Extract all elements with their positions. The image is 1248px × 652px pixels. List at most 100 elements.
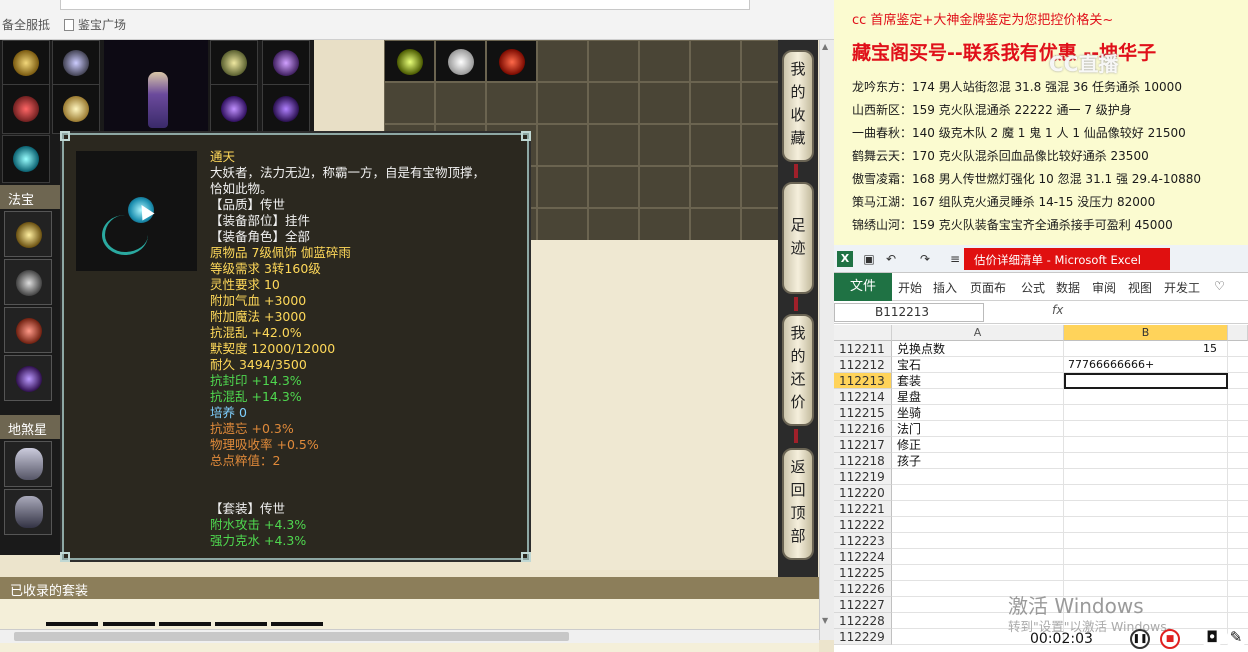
cell-c[interactable] bbox=[1228, 437, 1248, 453]
pen-icon[interactable]: ✎ bbox=[1226, 629, 1246, 649]
cell-a[interactable]: 修正 bbox=[892, 437, 1064, 453]
inventory-cell[interactable] bbox=[639, 40, 690, 82]
cell-a[interactable] bbox=[892, 517, 1064, 533]
item-slot[interactable] bbox=[4, 307, 52, 353]
cell-b[interactable]: 77766666666+ bbox=[1064, 357, 1228, 373]
item-slot[interactable] bbox=[52, 40, 100, 86]
cell-c[interactable] bbox=[1228, 597, 1248, 613]
item-slot[interactable] bbox=[2, 40, 50, 86]
cell-a[interactable] bbox=[892, 549, 1064, 565]
inventory-cell[interactable] bbox=[537, 124, 588, 166]
cell-c[interactable] bbox=[1228, 501, 1248, 517]
row-header[interactable]: 112219 bbox=[834, 469, 892, 485]
cell-b[interactable] bbox=[1064, 389, 1228, 405]
item-slot[interactable] bbox=[52, 84, 100, 134]
row-header[interactable]: 112214 bbox=[834, 389, 892, 405]
cell-c[interactable] bbox=[1228, 405, 1248, 421]
cell-c[interactable] bbox=[1228, 549, 1248, 565]
cell-a[interactable]: 坐骑 bbox=[892, 405, 1064, 421]
inventory-cell[interactable] bbox=[384, 82, 435, 124]
back-to-top-button[interactable]: 返回顶部 bbox=[782, 448, 814, 560]
tab-data[interactable]: 数据 bbox=[1056, 279, 1080, 296]
cell-a[interactable]: 宝石 bbox=[892, 357, 1064, 373]
inventory-cell[interactable] bbox=[690, 124, 741, 166]
item-slot[interactable] bbox=[4, 355, 52, 401]
name-box[interactable]: B112213 bbox=[834, 303, 984, 322]
cell-b[interactable]: 15 bbox=[1064, 341, 1228, 357]
vertical-scrollbar[interactable]: ▲ ▼ bbox=[819, 40, 834, 640]
item-slot[interactable] bbox=[210, 40, 258, 86]
cell-c[interactable] bbox=[1228, 485, 1248, 501]
my-counteroffer-button[interactable]: 我的还价 bbox=[782, 314, 814, 426]
inventory-cell[interactable] bbox=[435, 40, 486, 82]
cell-b[interactable] bbox=[1064, 533, 1228, 549]
item-slot[interactable] bbox=[4, 211, 52, 257]
my-favorites-button[interactable]: 我的收藏 bbox=[782, 50, 814, 162]
tab-review[interactable]: 审阅 bbox=[1092, 279, 1116, 296]
cell-b[interactable] bbox=[1064, 405, 1228, 421]
item-slot[interactable] bbox=[2, 84, 50, 134]
cell-c[interactable] bbox=[1228, 373, 1248, 389]
scroll-up-icon[interactable]: ▲ bbox=[822, 42, 832, 52]
cell-c[interactable] bbox=[1228, 357, 1248, 373]
cell-a[interactable]: 星盘 bbox=[892, 389, 1064, 405]
bookmark-2[interactable]: 鉴宝广场 bbox=[64, 16, 126, 33]
save-icon[interactable]: ▣ bbox=[860, 250, 878, 268]
row-header[interactable]: 112227 bbox=[834, 597, 892, 613]
cell-c[interactable] bbox=[1228, 469, 1248, 485]
row-header[interactable]: 112211 bbox=[834, 341, 892, 357]
cell-a[interactable] bbox=[892, 485, 1064, 501]
cell-b[interactable] bbox=[1064, 453, 1228, 469]
cell-a[interactable]: 孩子 bbox=[892, 453, 1064, 469]
scroll-down-icon[interactable]: ▼ bbox=[822, 616, 832, 626]
row-header[interactable]: 112220 bbox=[834, 485, 892, 501]
row-header[interactable]: 112212 bbox=[834, 357, 892, 373]
address-bar[interactable] bbox=[60, 0, 750, 10]
cell-c[interactable] bbox=[1228, 453, 1248, 469]
redo-icon[interactable]: ↷ bbox=[916, 250, 934, 268]
item-slot[interactable] bbox=[4, 489, 52, 535]
row-header[interactable]: 112213 bbox=[834, 373, 892, 389]
tab-insert[interactable]: 插入 bbox=[933, 279, 957, 296]
row-header[interactable]: 112226 bbox=[834, 581, 892, 597]
cell-c[interactable] bbox=[1228, 533, 1248, 549]
inventory-cell[interactable] bbox=[639, 82, 690, 124]
row-header[interactable]: 112228 bbox=[834, 613, 892, 629]
row-header[interactable]: 112229 bbox=[834, 629, 892, 645]
tab-view[interactable]: 视图 bbox=[1128, 279, 1152, 296]
cell-a[interactable] bbox=[892, 501, 1064, 517]
item-slot[interactable] bbox=[262, 40, 310, 86]
cell-a[interactable]: 法门 bbox=[892, 421, 1064, 437]
pause-icon[interactable]: ❚❚ bbox=[1130, 629, 1150, 649]
row-header[interactable]: 112223 bbox=[834, 533, 892, 549]
inventory-cell[interactable] bbox=[690, 166, 741, 208]
inventory-cell[interactable] bbox=[537, 40, 588, 82]
row-header[interactable]: 112224 bbox=[834, 549, 892, 565]
inventory-cell[interactable] bbox=[639, 124, 690, 166]
cell-c[interactable] bbox=[1228, 581, 1248, 597]
footprint-button[interactable]: 足迹 bbox=[782, 182, 814, 294]
cell-c[interactable] bbox=[1228, 421, 1248, 437]
camera-icon[interactable]: ◘ bbox=[1202, 629, 1222, 649]
inventory-cell[interactable] bbox=[384, 40, 435, 82]
stop-icon[interactable]: ■ bbox=[1160, 629, 1180, 649]
cell-b[interactable] bbox=[1064, 501, 1228, 517]
bookmark-1[interactable]: 备全服抵 bbox=[2, 16, 50, 33]
cell-b[interactable] bbox=[1064, 565, 1228, 581]
inventory-cell[interactable] bbox=[588, 40, 639, 82]
heart-icon[interactable]: ♡ bbox=[1214, 279, 1225, 293]
row-header[interactable]: 112221 bbox=[834, 501, 892, 517]
inventory-cell[interactable] bbox=[537, 166, 588, 208]
inventory-cell[interactable] bbox=[588, 82, 639, 124]
inventory-cell[interactable] bbox=[486, 40, 537, 82]
cell-b[interactable] bbox=[1064, 469, 1228, 485]
inventory-cell[interactable] bbox=[639, 166, 690, 208]
fx-icon[interactable]: fx bbox=[1052, 303, 1063, 317]
cell-a[interactable] bbox=[892, 469, 1064, 485]
item-slot[interactable] bbox=[210, 84, 258, 134]
inventory-cell[interactable] bbox=[588, 166, 639, 208]
item-slot[interactable] bbox=[262, 84, 310, 134]
item-slot[interactable] bbox=[4, 259, 52, 305]
cell-c[interactable] bbox=[1228, 565, 1248, 581]
cell-a[interactable] bbox=[892, 533, 1064, 549]
